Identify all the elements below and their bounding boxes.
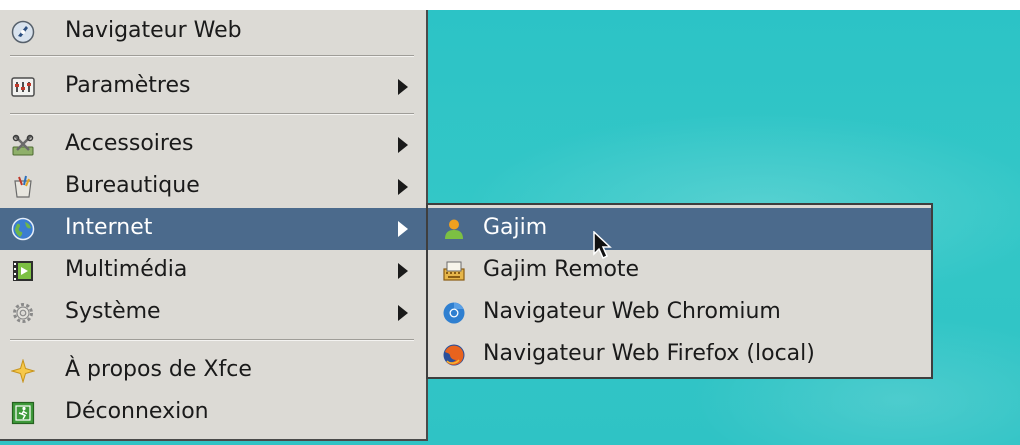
- settings-icon: [11, 75, 35, 99]
- menu-item-label: À propos de Xfce: [65, 357, 252, 382]
- menu-item-label: Bureautique: [65, 173, 200, 198]
- menu-item-label: Internet: [65, 215, 153, 240]
- submenu-item-firefox[interactable]: Navigateur Web Firefox (local): [428, 334, 931, 376]
- menu-item-label: Accessoires: [65, 131, 194, 156]
- menu-item-label: Paramètres: [65, 73, 191, 98]
- menu-item-label: Navigateur Web: [65, 18, 242, 43]
- submenu-arrow-icon: [398, 221, 408, 237]
- menu-item-multimedia[interactable]: Multimédia: [0, 250, 426, 292]
- menu-item-office[interactable]: Bureautique: [0, 166, 426, 208]
- menu-separator: [10, 55, 414, 57]
- applications-menu: Navigateur Web Paramètres Accessoires Bu…: [0, 10, 428, 441]
- menu-item-web-browser[interactable]: Navigateur Web: [0, 11, 426, 53]
- web-browser-icon: [11, 20, 35, 44]
- menu-item-settings[interactable]: Paramètres: [0, 66, 426, 108]
- internet-submenu: Gajim Gajim Remote Navigateur Web Chromi…: [426, 203, 933, 379]
- firefox-icon: [442, 343, 466, 367]
- accessories-icon: [11, 133, 35, 157]
- mouse-cursor-icon: [593, 231, 612, 260]
- submenu-arrow-icon: [398, 179, 408, 195]
- multimedia-icon: [11, 259, 35, 283]
- gajim-remote-icon: [442, 259, 466, 283]
- submenu-item-gajim[interactable]: Gajim: [428, 208, 931, 250]
- menu-item-about-xfce[interactable]: À propos de Xfce: [0, 350, 426, 392]
- menu-item-accessories[interactable]: Accessoires: [0, 124, 426, 166]
- submenu-arrow-icon: [398, 305, 408, 321]
- menu-item-label: Multimédia: [65, 257, 188, 282]
- submenu-arrow-icon: [398, 79, 408, 95]
- submenu-item-chromium[interactable]: Navigateur Web Chromium: [428, 292, 931, 334]
- submenu-item-label: Navigateur Web Firefox (local): [483, 341, 815, 366]
- menu-item-internet[interactable]: Internet: [0, 208, 426, 250]
- system-gear-icon: [11, 301, 35, 325]
- menu-item-system[interactable]: Système: [0, 292, 426, 334]
- chromium-icon: [442, 301, 466, 325]
- submenu-arrow-icon: [398, 263, 408, 279]
- menu-separator: [10, 339, 414, 341]
- gajim-icon: [442, 217, 466, 241]
- menu-item-logout[interactable]: Déconnexion: [0, 392, 426, 434]
- submenu-item-gajim-remote[interactable]: Gajim Remote: [428, 250, 931, 292]
- submenu-arrow-icon: [398, 137, 408, 153]
- submenu-item-label: Gajim: [483, 215, 548, 240]
- internet-globe-icon: [11, 217, 35, 241]
- submenu-item-label: Navigateur Web Chromium: [483, 299, 781, 324]
- office-icon: [11, 175, 35, 199]
- logout-icon: [11, 401, 35, 425]
- menu-separator: [10, 113, 414, 115]
- menu-item-label: Déconnexion: [65, 399, 209, 424]
- about-star-icon: [11, 359, 35, 383]
- menu-item-label: Système: [65, 299, 161, 324]
